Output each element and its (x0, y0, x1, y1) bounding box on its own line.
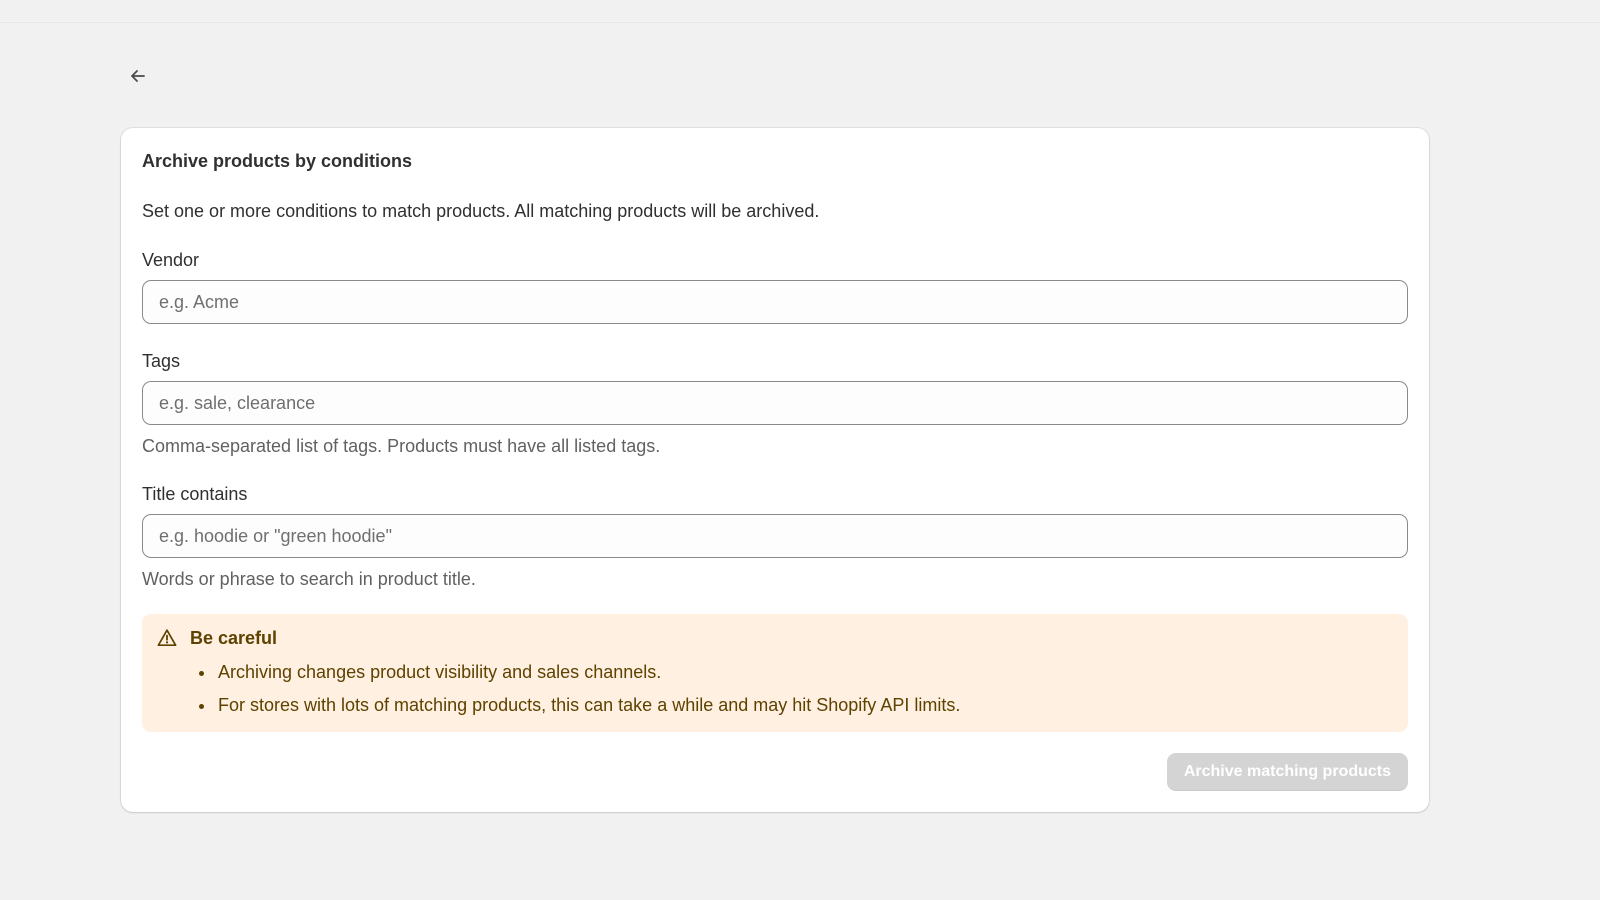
tags-help-text: Comma-separated list of tags. Products m… (142, 436, 661, 456)
vendor-label: Vendor (142, 250, 200, 270)
title-contains-label: Title contains (142, 484, 248, 504)
warning-banner-header: Be careful (156, 626, 1394, 650)
warning-banner: Be careful Archiving changes product vis… (142, 614, 1408, 732)
card-description: Set one or more conditions to match prod… (142, 201, 820, 221)
vendor-input[interactable] (142, 280, 1408, 324)
warning-title: Be careful (190, 627, 278, 648)
alert-triangle-icon (156, 627, 178, 649)
arrow-left-icon (128, 66, 148, 86)
back-button[interactable] (124, 62, 152, 90)
warning-list: Archiving changes product visibility and… (156, 656, 1394, 722)
warning-item: Archiving changes product visibility and… (216, 656, 1394, 689)
tags-field: Tags Comma-separated list of tags. Produ… (142, 350, 1408, 457)
title-contains-field: Title contains Words or phrase to search… (142, 483, 1408, 590)
vendor-field: Vendor (142, 249, 1408, 324)
tags-label: Tags (142, 351, 181, 371)
archive-conditions-card: Archive products by conditions Set one o… (121, 128, 1429, 812)
title-contains-input[interactable] (142, 514, 1408, 558)
top-bar (0, 0, 1600, 23)
archive-matching-products-button[interactable]: Archive matching products (1166, 753, 1408, 791)
tags-input[interactable] (142, 381, 1408, 425)
warning-item: For stores with lots of matching product… (216, 689, 1394, 722)
title-contains-help-text: Words or phrase to search in product tit… (142, 569, 476, 589)
card-title: Archive products by conditions (142, 151, 413, 171)
card-footer: Archive matching products (1166, 753, 1408, 791)
